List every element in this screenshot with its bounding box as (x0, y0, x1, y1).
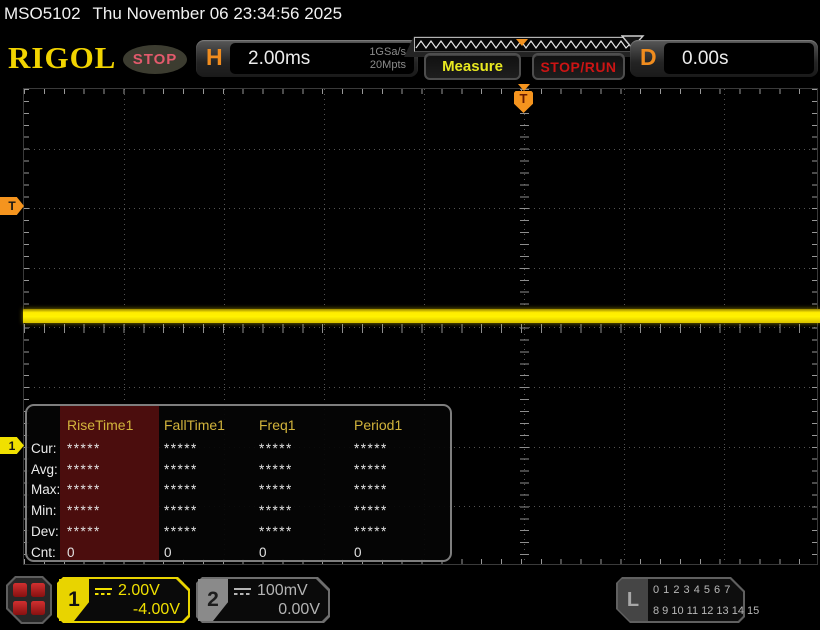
run-state-badge: STOP (123, 45, 187, 74)
stop-run-button[interactable]: STOP/RUN (532, 53, 625, 80)
ch1-waveform-trace (23, 309, 820, 323)
measure-button[interactable]: Measure (424, 53, 521, 80)
measure-value: ***** (164, 440, 198, 456)
channel1-offset: -4.00V (132, 601, 180, 618)
row-label: Cnt: (31, 544, 56, 560)
acquisition-info: 1GSa/s 20Mpts (369, 46, 414, 72)
channel1-widget[interactable]: 1 2.00V -4.00V (57, 577, 190, 623)
titlebar: MSO5102 Thu November 06 23:34:56 2025 (4, 4, 342, 24)
center-horizontal-axis (24, 324, 817, 333)
measurement-table: RiseTime1 FallTime1 Freq1 Period1 Cur: *… (25, 404, 452, 562)
measure-value: ***** (67, 461, 101, 477)
row-label: Dev: (31, 523, 59, 539)
trigger-position-arrow-icon (518, 84, 530, 91)
measurement-grid: RiseTime1 FallTime1 Freq1 Period1 Cur: *… (27, 406, 450, 560)
measure-value: ***** (354, 440, 388, 456)
delay-label: D (640, 44, 657, 70)
measure-col-header[interactable]: RiseTime1 (63, 417, 160, 433)
logic-analyzer-widget[interactable]: L 0 1 2 3 4 5 6 7 8 9 10 11 12 13 14 15 (616, 577, 760, 623)
channel1-scale-row: 2.00V (95, 582, 160, 600)
measure-value: ***** (164, 461, 198, 477)
menu-grid-button[interactable] (6, 576, 52, 624)
channel2-scale-row: 100mV (234, 582, 308, 600)
delay-box: 0.00s (664, 43, 814, 74)
la-channels-row1: 0 1 2 3 4 5 6 7 (653, 584, 731, 596)
measure-col-header[interactable]: Freq1 (255, 417, 350, 433)
row-label: Cur: (31, 440, 57, 456)
rigol-logo: RIGOL (8, 40, 117, 75)
channel2-scale: 100mV (257, 582, 308, 599)
dc-coupling-icon (95, 587, 112, 595)
measure-value: 0 (354, 544, 364, 560)
measure-value: ***** (164, 523, 198, 539)
row-label: Min: (31, 502, 57, 518)
measure-value: ***** (354, 482, 388, 498)
trigger-level-marker-icon[interactable]: T (0, 197, 24, 215)
channel2-widget[interactable]: 2 100mV 0.00V (196, 577, 330, 623)
trigger-position-marker-icon[interactable]: T (514, 84, 533, 113)
gridline-horizontal (24, 208, 817, 209)
dc-coupling-icon (234, 587, 251, 595)
trigger-position-shield-icon: T (514, 91, 533, 113)
sample-rate: 1GSa/s (369, 45, 406, 58)
measure-col-header[interactable]: Period1 (350, 417, 450, 433)
horizontal-label: H (206, 44, 223, 70)
measure-value: 0 (164, 544, 174, 560)
delay-value: 0.00s (682, 47, 729, 69)
measure-value: 0 (259, 544, 269, 560)
timebase-value: 2.00ms (248, 47, 311, 69)
menu-grid-icon (13, 583, 45, 615)
measure-value: ***** (259, 461, 293, 477)
delay-widget[interactable]: D 0.00s (630, 40, 818, 77)
measure-value: ***** (259, 502, 293, 518)
measure-value: 0 (67, 544, 77, 560)
waveform-overview-bar[interactable] (414, 37, 632, 52)
measure-col-header[interactable]: FallTime1 (160, 417, 255, 433)
measure-value: ***** (354, 523, 388, 539)
model-name: MSO5102 (4, 4, 81, 23)
measure-value: ***** (259, 440, 293, 456)
measure-value: ***** (354, 461, 388, 477)
row-label: Avg: (31, 461, 58, 477)
measure-value: ***** (67, 502, 101, 518)
datetime: Thu November 06 23:34:56 2025 (92, 4, 343, 23)
ch1-offset-marker-icon[interactable]: 1 (0, 437, 24, 454)
oscilloscope-screen: MSO5102 Thu November 06 23:34:56 2025 RIG… (0, 0, 820, 630)
gridline-horizontal (24, 387, 817, 388)
gridline-horizontal (24, 149, 817, 150)
la-channels-row2: 8 9 10 11 12 13 14 15 (653, 605, 760, 617)
measure-value: ***** (354, 502, 388, 518)
timebase-box: 2.00ms 1GSa/s 20Mpts (230, 43, 414, 74)
zigzag-waveform-icon (415, 39, 631, 50)
channel1-scale: 2.00V (118, 582, 160, 599)
channel2-offset: 0.00V (278, 601, 320, 618)
row-label: Max: (31, 482, 61, 498)
gridline-horizontal (24, 268, 817, 269)
measure-value: ***** (259, 482, 293, 498)
measure-value: ***** (259, 523, 293, 539)
measure-value: ***** (67, 482, 101, 498)
measure-value: ***** (67, 523, 101, 539)
horizontal-timebase-widget[interactable]: H 2.00ms 1GSa/s 20Mpts (196, 40, 418, 77)
measure-value: ***** (67, 440, 101, 456)
measure-value: ***** (164, 482, 198, 498)
memory-depth: 20Mpts (369, 58, 406, 71)
measure-value: ***** (164, 502, 198, 518)
axis-ticks (24, 89, 817, 94)
